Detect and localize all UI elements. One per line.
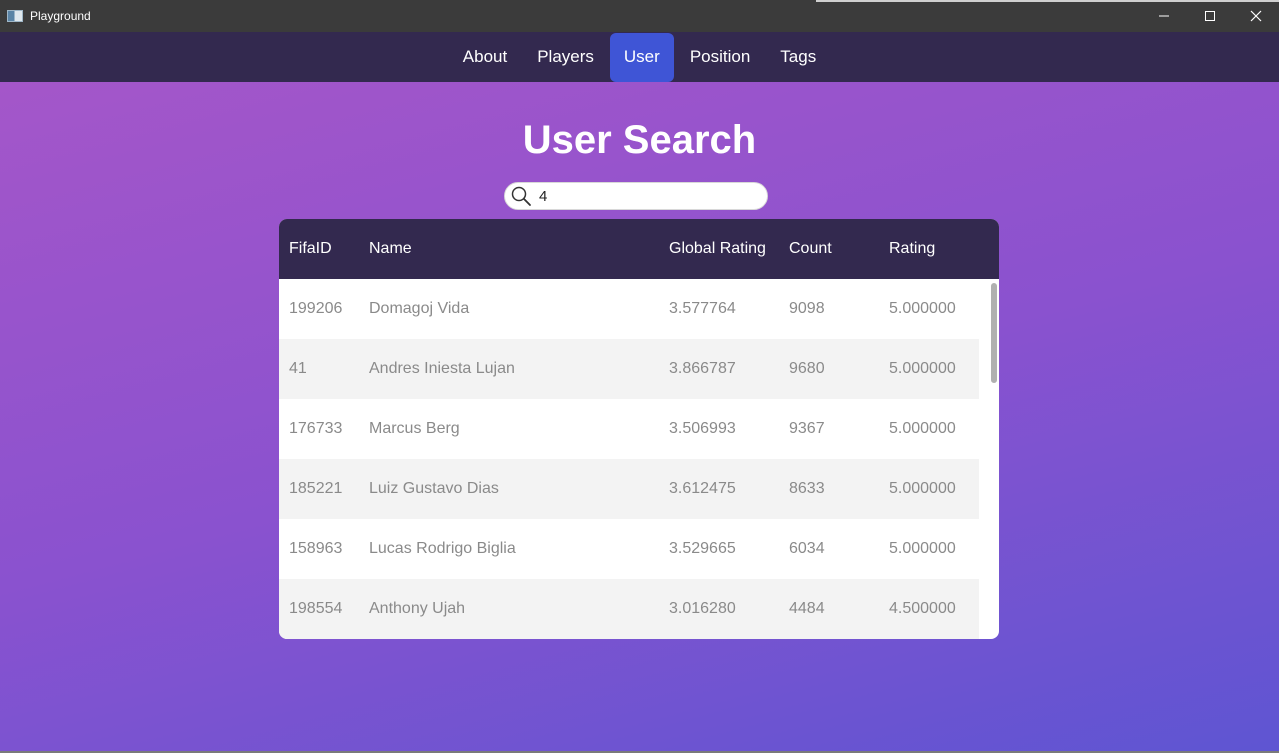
page-title: User Search xyxy=(522,118,757,162)
cell-rating: 5.000000 xyxy=(889,360,956,377)
window-title: Playground xyxy=(30,9,91,23)
tab-players[interactable]: Players xyxy=(523,33,608,82)
cell-fifaid: 185221 xyxy=(289,480,343,497)
cell-count: 9680 xyxy=(789,360,825,377)
cell-global-rating: 3.612475 xyxy=(669,480,736,497)
cell-fifaid: 158963 xyxy=(289,540,343,557)
cell-name: Marcus Berg xyxy=(369,420,460,437)
cell-name: Domagoj Vida xyxy=(369,300,470,317)
header-global-rating[interactable]: Global Rating xyxy=(659,240,779,258)
cell-fifaid: 176733 xyxy=(289,420,343,437)
cell-rating: 5.000000 xyxy=(889,480,956,497)
header-rating[interactable]: Rating xyxy=(879,240,979,258)
cell-count: 9367 xyxy=(789,420,825,437)
cell-fifaid: 41 xyxy=(289,360,307,377)
cell-count: 9098 xyxy=(789,300,825,317)
table-row[interactable]: 198554 Anthony Ujah 3.016280 4484 4.5000… xyxy=(279,579,979,639)
cell-rating: 5.000000 xyxy=(889,420,956,437)
search-icon xyxy=(511,186,531,206)
maximize-button[interactable] xyxy=(1187,0,1233,32)
cell-global-rating: 3.506993 xyxy=(669,420,736,437)
table-row[interactable]: 185221 Luiz Gustavo Dias 3.612475 8633 5… xyxy=(279,459,979,519)
table-row[interactable]: 41 Andres Iniesta Lujan 3.866787 9680 5.… xyxy=(279,339,979,399)
main-content: User Search FifaID Name Global Rating Co… xyxy=(0,82,1279,753)
tab-about[interactable]: About xyxy=(449,33,521,82)
cell-fifaid: 198554 xyxy=(289,600,343,617)
cell-count: 4484 xyxy=(789,600,825,617)
close-button[interactable] xyxy=(1233,0,1279,32)
cell-count: 8633 xyxy=(789,480,825,497)
table-row[interactable]: 158963 Lucas Rodrigo Biglia 3.529665 603… xyxy=(279,519,979,579)
tab-position[interactable]: Position xyxy=(676,33,764,82)
cell-name: Lucas Rodrigo Biglia xyxy=(369,540,516,557)
table-header: FifaID Name Global Rating Count Rating xyxy=(279,219,999,279)
cell-name: Andres Iniesta Lujan xyxy=(369,360,515,377)
window-titlebar: Playground xyxy=(0,0,1279,32)
cell-global-rating: 3.577764 xyxy=(669,300,736,317)
minimize-button[interactable] xyxy=(1141,0,1187,32)
cell-global-rating: 3.866787 xyxy=(669,360,736,377)
cell-rating: 5.000000 xyxy=(889,300,956,317)
header-fifaid[interactable]: FifaID xyxy=(279,240,359,258)
search-box[interactable] xyxy=(504,182,768,210)
cell-global-rating: 3.529665 xyxy=(669,540,736,557)
window-controls xyxy=(1141,0,1279,32)
app-icon xyxy=(7,10,23,22)
user-results-table: FifaID Name Global Rating Count Rating 1… xyxy=(279,219,999,639)
table-row[interactable]: 199206 Domagoj Vida 3.577764 9098 5.0000… xyxy=(279,279,979,339)
tab-user[interactable]: User xyxy=(609,32,674,82)
minimize-icon xyxy=(1159,15,1169,17)
table-body: 199206 Domagoj Vida 3.577764 9098 5.0000… xyxy=(279,279,999,639)
cell-name: Luiz Gustavo Dias xyxy=(369,480,499,497)
maximize-icon xyxy=(1205,11,1215,21)
tab-tags[interactable]: Tags xyxy=(766,33,830,82)
search-input[interactable] xyxy=(539,187,759,205)
cell-rating: 4.500000 xyxy=(889,600,956,617)
table-row[interactable]: 176733 Marcus Berg 3.506993 9367 5.00000… xyxy=(279,399,979,459)
cell-name: Anthony Ujah xyxy=(369,600,466,617)
nav-bar: About Players User Position Tags xyxy=(0,32,1279,82)
cell-rating: 5.000000 xyxy=(889,540,956,557)
table-scrollbar[interactable] xyxy=(991,283,997,383)
header-name[interactable]: Name xyxy=(359,240,659,258)
cell-fifaid: 199206 xyxy=(289,300,343,317)
cell-count: 6034 xyxy=(789,540,825,557)
header-count[interactable]: Count xyxy=(779,240,879,258)
cell-global-rating: 3.016280 xyxy=(669,600,736,617)
close-icon xyxy=(1250,10,1262,22)
